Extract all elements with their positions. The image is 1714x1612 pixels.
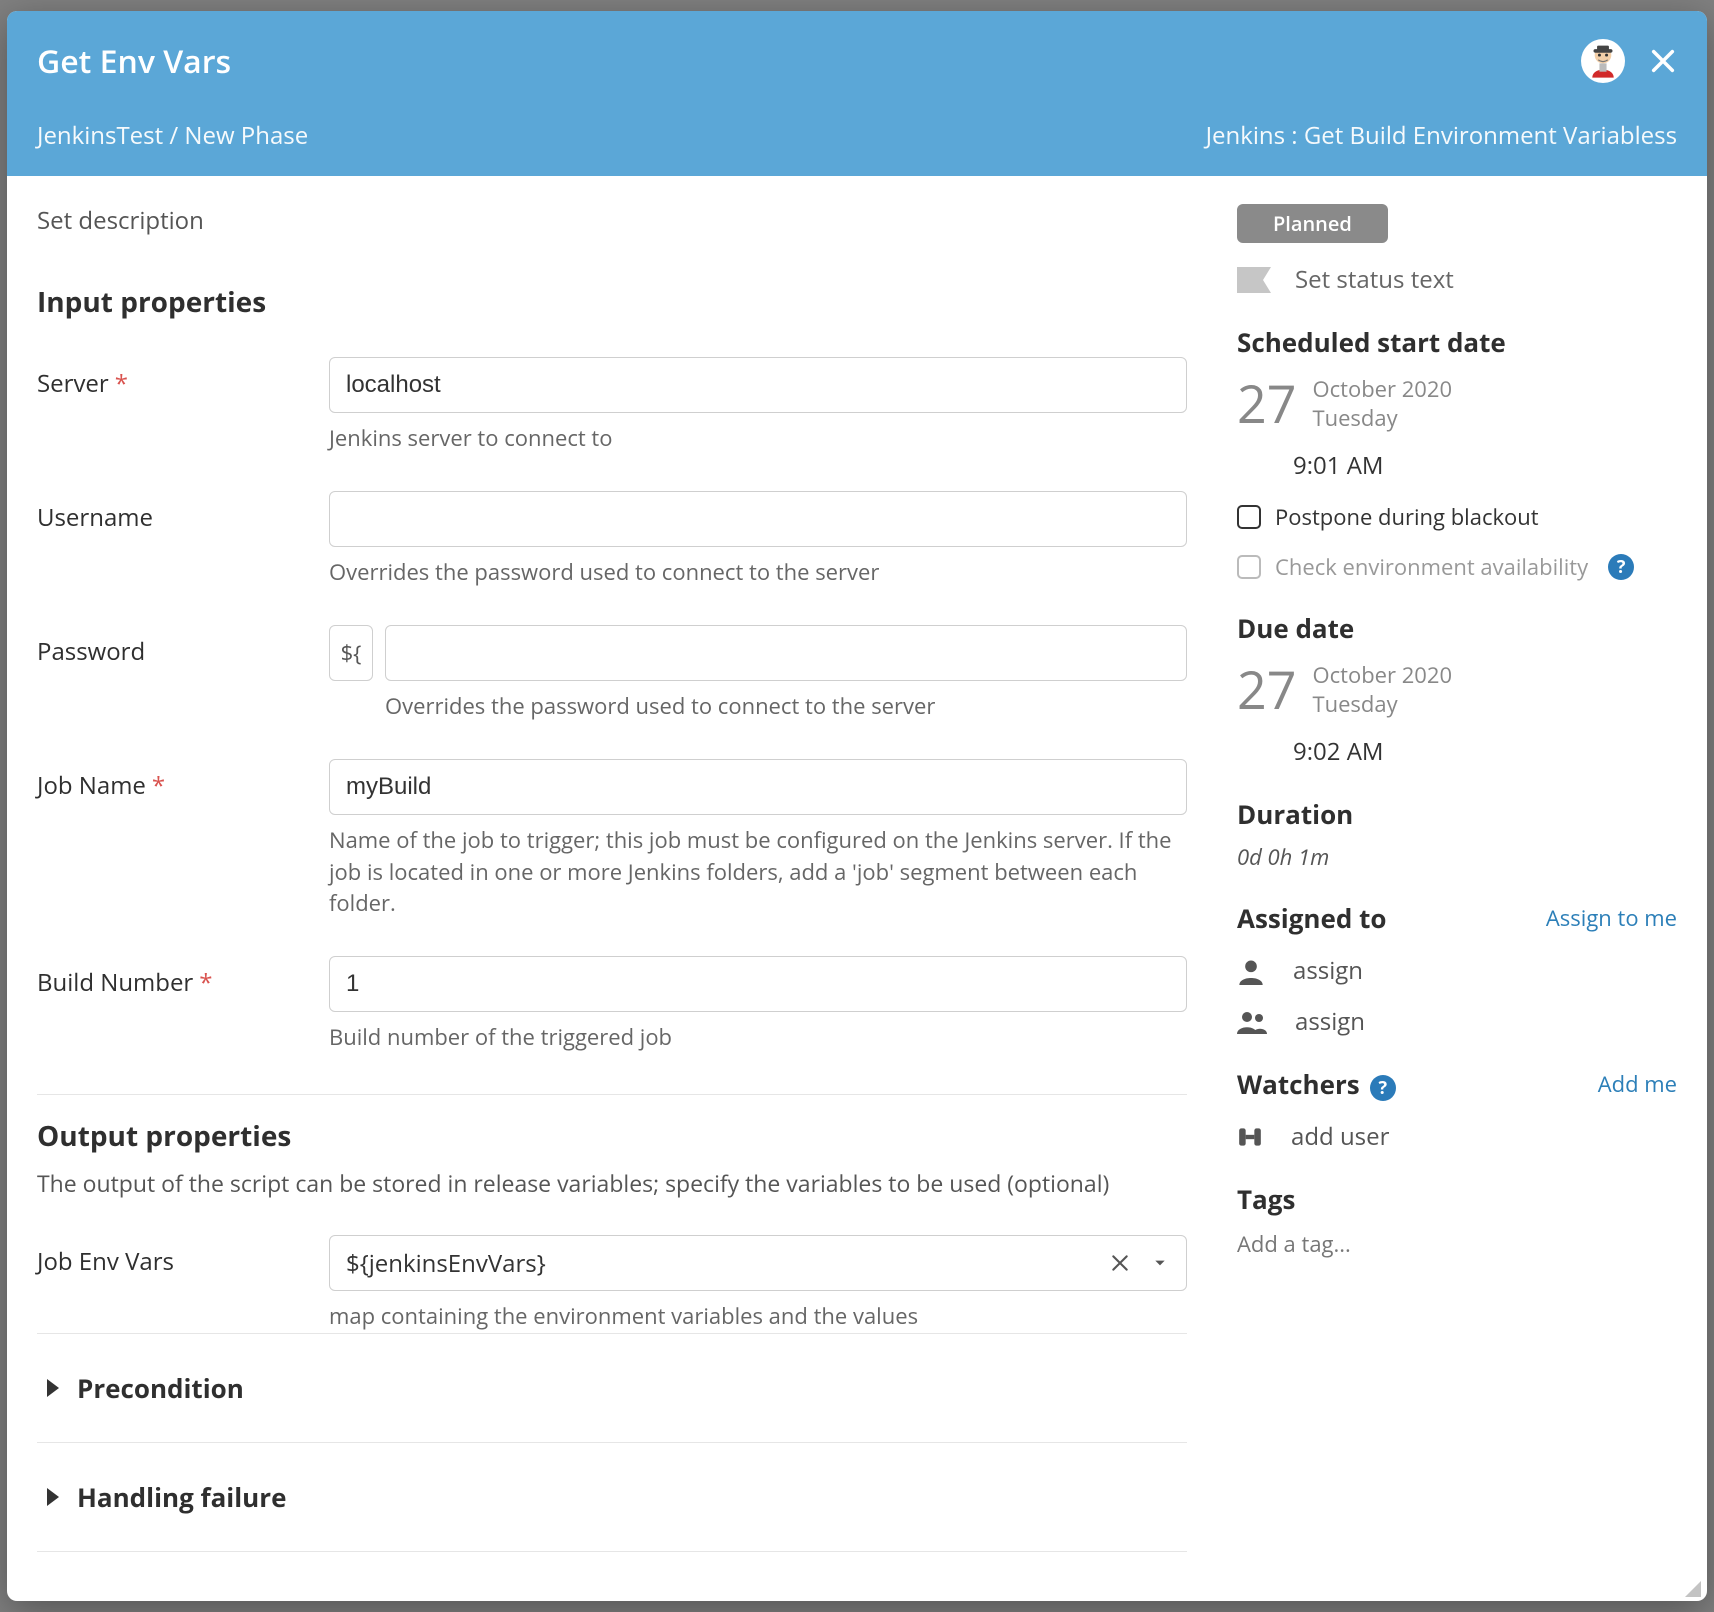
due-day: 27 bbox=[1237, 654, 1296, 725]
scheduled-day: 27 bbox=[1237, 368, 1296, 439]
description-input[interactable]: Set description bbox=[37, 204, 1187, 237]
check-env-checkbox-row: Check environment availability ? bbox=[1237, 552, 1677, 582]
modal-title: Get Env Vars bbox=[37, 40, 231, 83]
handling-failure-expander[interactable]: Handling failure bbox=[37, 1442, 1187, 1552]
server-hint: Jenkins server to connect to bbox=[329, 423, 1187, 455]
help-icon[interactable]: ? bbox=[1608, 554, 1634, 580]
job-name-hint: Name of the job to trigger; this job mus… bbox=[329, 825, 1187, 921]
binoculars-icon bbox=[1237, 1123, 1263, 1151]
precondition-expander[interactable]: Precondition bbox=[37, 1333, 1187, 1442]
build-number-label: Build Number* bbox=[37, 956, 317, 999]
username-label: Username bbox=[37, 491, 317, 534]
duration-heading: Duration bbox=[1237, 796, 1677, 832]
job-name-label: Job Name* bbox=[37, 759, 317, 802]
job-env-vars-combo[interactable]: ${jenkinsEnvVars} bbox=[329, 1235, 1187, 1291]
output-properties-help: The output of the script can be stored i… bbox=[37, 1167, 1187, 1199]
scheduled-date[interactable]: 27 October 2020 Tuesday bbox=[1237, 368, 1677, 439]
handling-failure-label: Handling failure bbox=[77, 1479, 286, 1515]
header-actions bbox=[1581, 39, 1677, 83]
resize-handle-icon[interactable] bbox=[1685, 1581, 1701, 1597]
modal-header: Get Env Vars bbox=[7, 11, 1707, 176]
assigned-heading: Assigned to bbox=[1237, 900, 1386, 936]
close-icon[interactable] bbox=[1649, 47, 1677, 75]
precondition-label: Precondition bbox=[77, 1370, 244, 1406]
tags-heading: Tags bbox=[1237, 1181, 1677, 1217]
build-number-input[interactable] bbox=[329, 956, 1187, 1012]
checkbox-icon bbox=[1237, 555, 1261, 579]
job-name-input[interactable] bbox=[329, 759, 1187, 815]
assign-user-placeholder: assign bbox=[1293, 954, 1363, 987]
status-text-placeholder: Set status text bbox=[1295, 263, 1454, 296]
clear-icon[interactable] bbox=[1100, 1243, 1140, 1283]
username-hint: Overrides the password used to connect t… bbox=[329, 557, 1187, 589]
output-properties-heading: Output properties bbox=[37, 1117, 1187, 1155]
password-label: Password bbox=[37, 625, 317, 668]
status-badge: Planned bbox=[1237, 204, 1388, 243]
job-env-vars-hint: map containing the environment variables… bbox=[329, 1301, 1187, 1333]
scheduled-time[interactable]: 9:01 AM bbox=[1293, 449, 1677, 482]
add-tag-input[interactable]: Add a tag... bbox=[1237, 1229, 1677, 1259]
duration-value[interactable]: 0d 0h 1m bbox=[1237, 842, 1677, 872]
password-hint: Overrides the password used to connect t… bbox=[385, 691, 1187, 723]
task-modal: Get Env Vars bbox=[7, 11, 1707, 1601]
breadcrumb[interactable]: JenkinsTest / New Phase bbox=[37, 119, 308, 152]
scheduled-weekday: Tuesday bbox=[1312, 404, 1452, 433]
assign-to-me-link[interactable]: Assign to me bbox=[1546, 903, 1677, 933]
task-type-label: Jenkins : Get Build Environment Variable… bbox=[1206, 119, 1677, 152]
build-number-hint: Build number of the triggered job bbox=[329, 1022, 1187, 1054]
side-panel: Planned Set status text Scheduled start … bbox=[1217, 176, 1707, 1601]
add-me-watcher-link[interactable]: Add me bbox=[1598, 1069, 1677, 1099]
expand-icon bbox=[47, 1379, 59, 1397]
jenkins-avatar-icon bbox=[1581, 39, 1625, 83]
server-label: Server* bbox=[37, 357, 317, 400]
assign-team-placeholder: assign bbox=[1295, 1005, 1365, 1038]
due-time[interactable]: 9:02 AM bbox=[1293, 735, 1677, 768]
scheduled-month-year: October 2020 bbox=[1312, 375, 1452, 404]
assign-user-row[interactable]: assign bbox=[1237, 954, 1677, 987]
server-input[interactable] bbox=[329, 357, 1187, 413]
postpone-label: Postpone during blackout bbox=[1275, 502, 1539, 532]
due-weekday: Tuesday bbox=[1312, 690, 1452, 719]
user-icon bbox=[1237, 957, 1265, 985]
help-icon[interactable]: ? bbox=[1370, 1075, 1396, 1101]
flag-icon bbox=[1237, 267, 1271, 293]
postpone-checkbox-row[interactable]: Postpone during blackout bbox=[1237, 502, 1677, 532]
job-env-vars-value: ${jenkinsEnvVars} bbox=[346, 1247, 1100, 1280]
expand-icon bbox=[47, 1488, 59, 1506]
chevron-down-icon[interactable] bbox=[1140, 1243, 1180, 1283]
password-input[interactable] bbox=[385, 625, 1187, 681]
scheduled-start-heading: Scheduled start date bbox=[1237, 324, 1677, 360]
status-text-row[interactable]: Set status text bbox=[1237, 263, 1677, 296]
due-date[interactable]: 27 October 2020 Tuesday bbox=[1237, 654, 1677, 725]
variable-insert-button[interactable]: ${ bbox=[329, 625, 373, 681]
assign-team-row[interactable]: assign bbox=[1237, 1005, 1677, 1038]
main-panel: Set description Input properties Server*… bbox=[7, 176, 1217, 1601]
due-date-heading: Due date bbox=[1237, 610, 1677, 646]
add-watcher-row[interactable]: add user bbox=[1237, 1120, 1677, 1153]
due-month-year: October 2020 bbox=[1312, 661, 1452, 690]
input-properties-heading: Input properties bbox=[37, 283, 1187, 321]
watchers-heading: Watchers bbox=[1237, 1066, 1360, 1102]
job-env-vars-label: Job Env Vars bbox=[37, 1235, 317, 1278]
check-env-label: Check environment availability bbox=[1275, 552, 1588, 582]
divider bbox=[37, 1094, 1187, 1095]
team-icon bbox=[1237, 1008, 1267, 1036]
username-input[interactable] bbox=[329, 491, 1187, 547]
add-watcher-placeholder: add user bbox=[1291, 1120, 1389, 1153]
checkbox-icon[interactable] bbox=[1237, 505, 1261, 529]
